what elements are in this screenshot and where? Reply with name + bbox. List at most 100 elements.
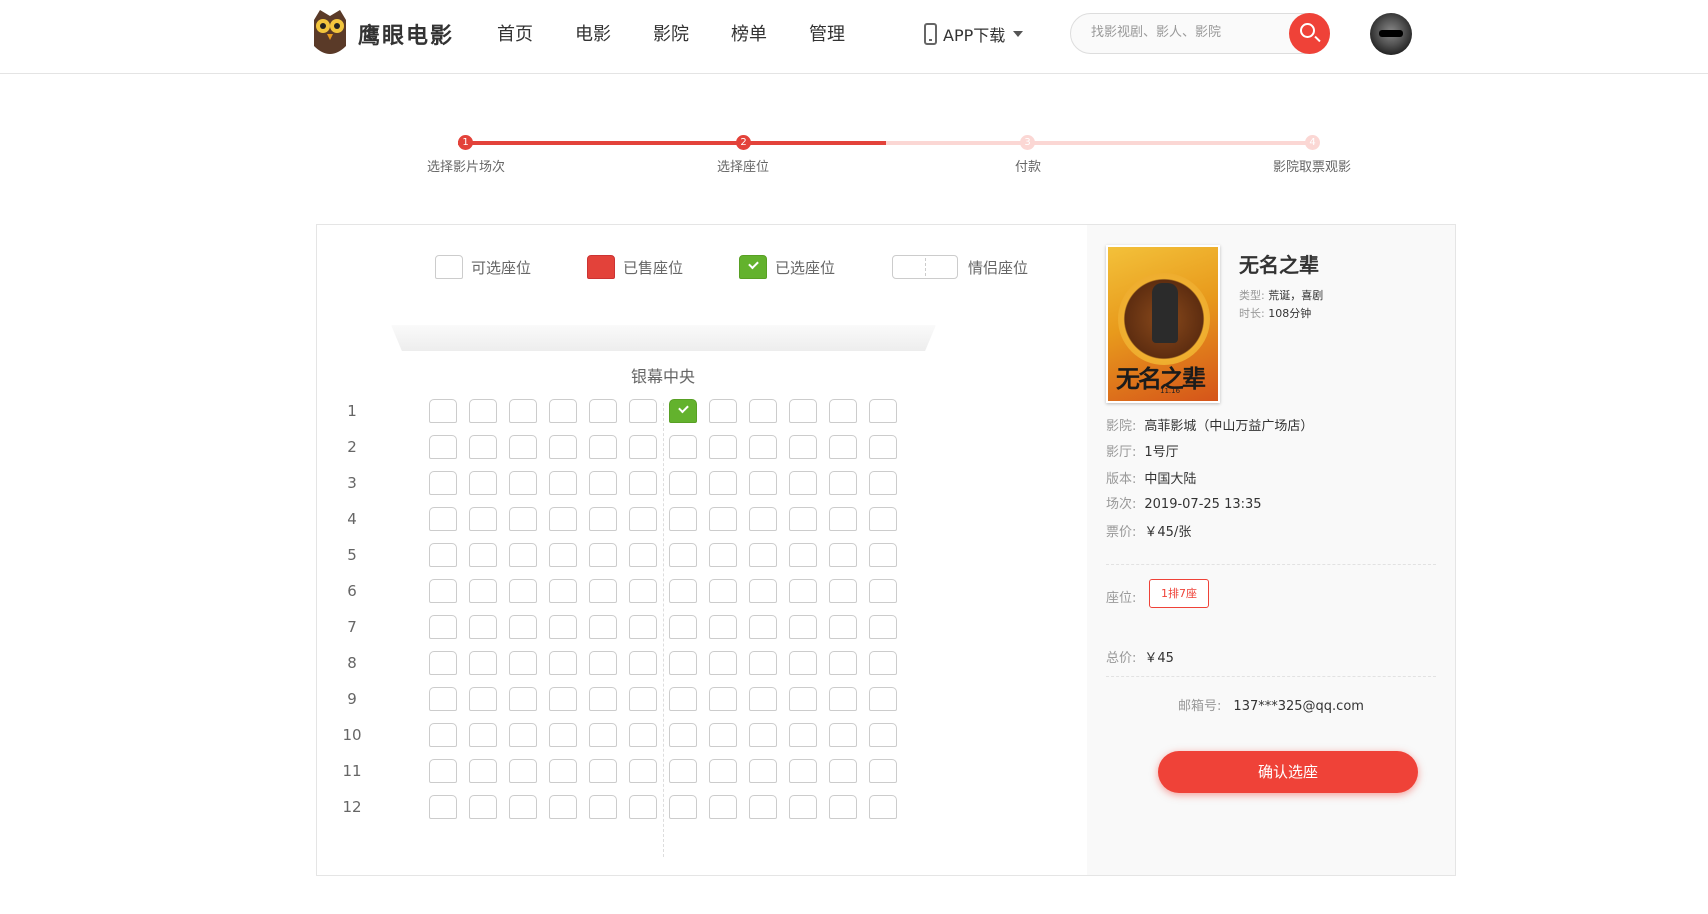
seat-available[interactable] (549, 687, 577, 711)
seat-available[interactable] (869, 543, 897, 567)
seat-available[interactable] (829, 579, 857, 603)
seat-available[interactable] (829, 615, 857, 639)
seat-available[interactable] (709, 399, 737, 423)
seat-available[interactable] (869, 795, 897, 819)
seat-available[interactable] (709, 543, 737, 567)
seat-available[interactable] (469, 399, 497, 423)
seat-available[interactable] (589, 687, 617, 711)
seat-available[interactable] (669, 723, 697, 747)
seat-available[interactable] (589, 471, 617, 495)
seat-available[interactable] (629, 543, 657, 567)
seat-available[interactable] (509, 723, 537, 747)
seat-available[interactable] (629, 471, 657, 495)
seat-available[interactable] (829, 507, 857, 531)
nav-admin[interactable]: 管理 (809, 20, 845, 46)
seat-available[interactable] (869, 471, 897, 495)
seat-available[interactable] (589, 507, 617, 531)
seat-available[interactable] (469, 579, 497, 603)
seat-available[interactable] (789, 471, 817, 495)
seat-available[interactable] (429, 507, 457, 531)
user-avatar[interactable] (1370, 13, 1412, 55)
seat-available[interactable] (829, 543, 857, 567)
logo[interactable]: 鹰眼电影 (310, 6, 454, 62)
seat-available[interactable] (429, 723, 457, 747)
movie-title[interactable]: 无名之辈 (1239, 249, 1319, 278)
seat-available[interactable] (749, 471, 777, 495)
seat-available[interactable] (429, 435, 457, 459)
seat-available[interactable] (869, 399, 897, 423)
seat-available[interactable] (669, 543, 697, 567)
seat-available[interactable] (749, 615, 777, 639)
seat-available[interactable] (549, 399, 577, 423)
seat-available[interactable] (549, 795, 577, 819)
seat-available[interactable] (789, 399, 817, 423)
seat-available[interactable] (829, 687, 857, 711)
seat-available[interactable] (749, 507, 777, 531)
seat-available[interactable] (629, 615, 657, 639)
nav-rankings[interactable]: 榜单 (731, 20, 767, 46)
seat-available[interactable] (469, 723, 497, 747)
seat-available[interactable] (669, 759, 697, 783)
seat-available[interactable] (789, 543, 817, 567)
seat-available[interactable] (429, 615, 457, 639)
seat-available[interactable] (709, 687, 737, 711)
seat-available[interactable] (829, 471, 857, 495)
seat-available[interactable] (509, 687, 537, 711)
seat-available[interactable] (509, 543, 537, 567)
search-input[interactable] (1091, 25, 1281, 40)
seat-available[interactable] (429, 651, 457, 675)
seat-available[interactable] (709, 507, 737, 531)
seat-available[interactable] (589, 759, 617, 783)
seat-available[interactable] (709, 471, 737, 495)
seat-available[interactable] (789, 651, 817, 675)
seat-available[interactable] (749, 579, 777, 603)
search-button[interactable] (1289, 13, 1330, 54)
seat-available[interactable] (669, 579, 697, 603)
seat-available[interactable] (509, 435, 537, 459)
seat-available[interactable] (829, 399, 857, 423)
seat-available[interactable] (789, 723, 817, 747)
seat-available[interactable] (749, 687, 777, 711)
seat-available[interactable] (589, 543, 617, 567)
seat-available[interactable] (549, 723, 577, 747)
seat-available[interactable] (549, 579, 577, 603)
seat-available[interactable] (789, 795, 817, 819)
seat-available[interactable] (589, 435, 617, 459)
seat-available[interactable] (629, 435, 657, 459)
seat-available[interactable] (469, 759, 497, 783)
seat-available[interactable] (709, 615, 737, 639)
seat-available[interactable] (429, 543, 457, 567)
seat-available[interactable] (749, 723, 777, 747)
seat-available[interactable] (549, 615, 577, 639)
seat-available[interactable] (589, 615, 617, 639)
seat-selected[interactable] (669, 399, 697, 423)
seat-available[interactable] (749, 759, 777, 783)
seat-available[interactable] (549, 651, 577, 675)
seat-available[interactable] (669, 471, 697, 495)
seat-available[interactable] (509, 399, 537, 423)
seat-available[interactable] (829, 651, 857, 675)
seat-available[interactable] (429, 579, 457, 603)
seat-available[interactable] (429, 399, 457, 423)
seat-available[interactable] (509, 759, 537, 783)
seat-available[interactable] (709, 435, 737, 459)
seat-available[interactable] (509, 615, 537, 639)
seat-available[interactable] (509, 795, 537, 819)
seat-available[interactable] (629, 399, 657, 423)
seat-available[interactable] (469, 615, 497, 639)
seat-available[interactable] (589, 399, 617, 423)
seat-available[interactable] (589, 651, 617, 675)
seat-available[interactable] (789, 507, 817, 531)
seat-available[interactable] (709, 723, 737, 747)
seat-available[interactable] (629, 759, 657, 783)
seat-available[interactable] (469, 471, 497, 495)
seat-available[interactable] (589, 723, 617, 747)
nav-cinemas[interactable]: 影院 (653, 20, 689, 46)
seat-available[interactable] (669, 687, 697, 711)
seat-available[interactable] (749, 435, 777, 459)
seat-available[interactable] (589, 579, 617, 603)
seat-available[interactable] (749, 399, 777, 423)
seat-available[interactable] (749, 651, 777, 675)
seat-available[interactable] (789, 687, 817, 711)
seat-available[interactable] (829, 435, 857, 459)
